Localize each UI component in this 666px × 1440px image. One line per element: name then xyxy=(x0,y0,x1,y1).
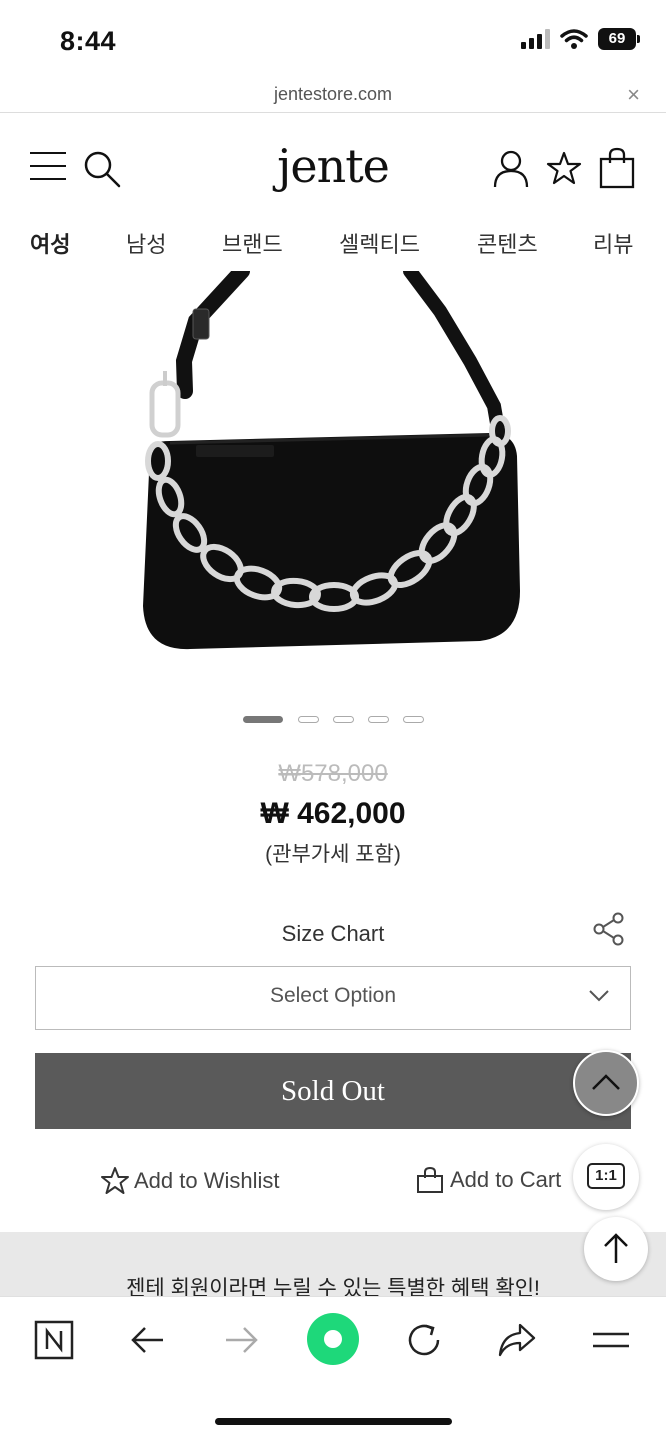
chat-icon: 1:1 xyxy=(587,1163,625,1189)
chevron-up-icon xyxy=(592,1074,620,1090)
browser-toolbar xyxy=(0,1296,666,1440)
naver-home-icon[interactable] xyxy=(31,1317,77,1363)
category-contents[interactable]: 콘텐츠 xyxy=(477,227,538,259)
category-selected[interactable]: 셀렉티드 xyxy=(339,227,420,259)
status-icons: 69 xyxy=(521,28,640,50)
user-icon[interactable] xyxy=(492,149,530,189)
refresh-icon[interactable] xyxy=(401,1317,447,1363)
site-header: jente xyxy=(0,113,666,221)
original-price: ₩578,000 xyxy=(278,760,388,787)
category-brand[interactable]: 브랜드 xyxy=(222,227,283,259)
home-indicator xyxy=(215,1418,452,1425)
back-arrow-icon[interactable] xyxy=(125,1317,171,1363)
signal-icon xyxy=(521,29,550,49)
menu-icon[interactable] xyxy=(588,1317,634,1363)
battery-icon: 69 xyxy=(598,28,640,50)
option-select-value: Select Option xyxy=(269,984,397,1007)
status-bar: 8:44 69 xyxy=(0,0,666,80)
carousel-dot-2[interactable] xyxy=(298,716,319,723)
share-arrow-icon[interactable] xyxy=(494,1317,540,1363)
url-bar[interactable]: jentestore.com × xyxy=(0,80,666,113)
green-dot-button[interactable] xyxy=(307,1313,359,1365)
arrow-up-icon xyxy=(604,1233,628,1263)
add-to-cart-button[interactable]: Add to Cart xyxy=(416,1166,561,1194)
status-time: 8:44 xyxy=(60,26,117,56)
product-image[interactable] xyxy=(0,271,666,691)
share-icon[interactable] xyxy=(592,912,626,946)
carousel-dot-1[interactable] xyxy=(243,716,283,723)
star-icon[interactable] xyxy=(546,150,582,186)
sold-out-button[interactable]: Sold Out xyxy=(35,1053,631,1129)
close-icon[interactable]: × xyxy=(627,82,640,108)
url-text[interactable]: jentestore.com xyxy=(0,84,666,105)
shopping-bag-icon[interactable] xyxy=(598,147,636,189)
wifi-icon xyxy=(560,29,588,49)
add-to-wishlist-button[interactable]: Add to Wishlist xyxy=(100,1166,280,1196)
scroll-to-top-button[interactable] xyxy=(584,1217,648,1281)
cart-label: Add to Cart xyxy=(450,1167,562,1192)
category-nav: 여성 남성 브랜드 셀렉티드 콘텐츠 리뷰 xyxy=(0,221,666,271)
carousel-dot-5[interactable] xyxy=(403,716,424,723)
member-banner[interactable]: 젠테 회원이라면 누릴 수 있는 특별한 혜택 확인! xyxy=(0,1232,666,1300)
category-men[interactable]: 남성 xyxy=(126,227,166,259)
wishlist-label: Add to Wishlist xyxy=(134,1168,280,1193)
chat-button[interactable]: 1:1 xyxy=(573,1144,639,1210)
scroll-up-button[interactable] xyxy=(573,1050,639,1116)
category-women[interactable]: 여성 xyxy=(30,227,70,259)
carousel-dot-4[interactable] xyxy=(368,716,389,723)
carousel-dot-3[interactable] xyxy=(333,716,354,723)
chevron-down-icon xyxy=(589,990,609,1002)
price-note: (관부가세 포함) xyxy=(265,843,401,866)
category-review[interactable]: 리뷰 xyxy=(593,227,633,259)
star-icon xyxy=(101,1167,129,1194)
carousel-dots xyxy=(0,716,666,728)
option-select[interactable]: Select Option xyxy=(35,966,631,1030)
sale-price: ₩ 462,000 xyxy=(260,797,406,830)
bag-icon xyxy=(417,1166,443,1193)
size-chart-link[interactable]: Size Chart xyxy=(0,921,666,947)
forward-arrow-icon[interactable] xyxy=(218,1317,264,1363)
